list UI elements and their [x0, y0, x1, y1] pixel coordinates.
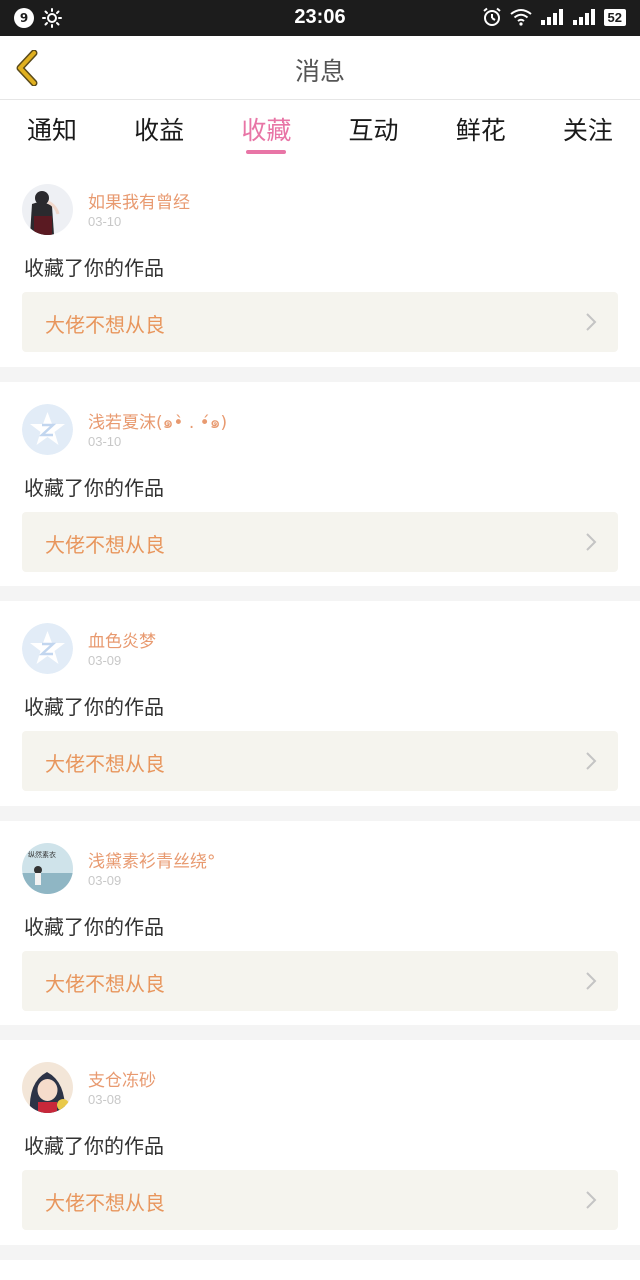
action-text: 收藏了你的作品	[24, 695, 164, 719]
signal-icon-1	[540, 9, 563, 25]
work-link[interactable]: 大佬不想从良	[22, 1170, 618, 1230]
message-date: 03-09	[88, 872, 122, 888]
photo-avatar-sky-icon: 纵然素衣	[22, 842, 73, 894]
message-card: 支仓冻砂 03-08 收藏了你的作品 大佬不想从良	[0, 1040, 640, 1260]
message-list: 如果我有曾经 03-10 收藏了你的作品 大佬不想从良 浅若夏沫(๑•̀ . •…	[0, 162, 640, 1260]
tab-follows[interactable]: 关注	[560, 100, 616, 160]
photo-avatar-anime-icon	[22, 1062, 73, 1113]
tab-notifications[interactable]: 通知	[24, 100, 80, 160]
tab-favorites[interactable]: 收藏	[238, 100, 294, 160]
page-title: 消息	[294, 57, 345, 86]
action-text: 收藏了你的作品	[24, 256, 164, 280]
battery-icon: 52	[603, 8, 626, 26]
avatar[interactable]	[22, 623, 73, 674]
action-text: 收藏了你的作品	[24, 475, 164, 500]
username[interactable]: 浅若夏沫(๑•̀ . •́๑)	[88, 408, 227, 436]
svg-text:纵然素衣: 纵然素衣	[28, 850, 56, 859]
tab-interactions[interactable]: 互动	[346, 100, 402, 160]
work-title: 大佬不想从良	[45, 532, 165, 557]
work-title: 大佬不想从良	[45, 752, 165, 776]
default-z-avatar-icon	[22, 403, 73, 455]
username[interactable]: 浅黛素衫青丝绕°	[88, 847, 216, 872]
work-link[interactable]: 大佬不想从良	[22, 292, 618, 352]
default-z-avatar-icon	[22, 623, 73, 674]
message-card: 血色炎梦 03-09 收藏了你的作品 大佬不想从良	[0, 601, 640, 821]
photo-avatar-girl-icon	[22, 184, 73, 235]
username[interactable]: 如果我有曾经	[88, 188, 190, 213]
status-bar: 9 23:06 52	[0, 0, 640, 36]
work-link[interactable]: 大佬不想从良	[22, 731, 618, 791]
username[interactable]: 支仓冻砂	[88, 1066, 156, 1091]
alarm-icon	[482, 7, 501, 26]
tab-bar: 通知 收益 收藏 互动 鲜花 关注	[0, 100, 640, 160]
chevron-right-icon	[586, 313, 597, 331]
work-title: 大佬不想从良	[45, 971, 165, 996]
message-date: 03-09	[88, 653, 122, 668]
chevron-right-icon	[586, 752, 597, 770]
action-text: 收藏了你的作品	[24, 914, 164, 939]
wifi-icon	[509, 9, 532, 26]
avatar[interactable]	[22, 403, 73, 455]
work-title: 大佬不想从良	[45, 1191, 165, 1215]
message-date: 03-10	[88, 433, 122, 449]
message-card: 如果我有曾经 03-10 收藏了你的作品 大佬不想从良	[0, 162, 640, 382]
action-text: 收藏了你的作品	[24, 1134, 164, 1158]
avatar[interactable]	[22, 184, 73, 235]
tab-earnings[interactable]: 收益	[131, 100, 187, 160]
message-card: 浅若夏沫(๑•̀ . •́๑) 03-10 收藏了你的作品 大佬不想从良	[0, 381, 640, 601]
chevron-right-icon	[586, 971, 597, 990]
username[interactable]: 血色炎梦	[88, 627, 156, 652]
chevron-right-icon	[586, 532, 597, 551]
avatar[interactable]	[22, 1062, 73, 1113]
work-link[interactable]: 大佬不想从良	[22, 950, 618, 1011]
work-link[interactable]: 大佬不想从良	[22, 511, 618, 572]
signal-icon-2	[572, 9, 595, 25]
tab-flowers[interactable]: 鲜花	[453, 100, 509, 160]
message-card: 纵然素衣 浅黛素衫青丝绕° 03-09 收藏了你的作品 大佬不想从良	[0, 820, 640, 1040]
work-title: 大佬不想从良	[45, 313, 165, 337]
avatar[interactable]: 纵然素衣	[22, 842, 73, 894]
message-date: 03-10	[88, 214, 122, 229]
chevron-right-icon	[586, 1191, 597, 1209]
message-date: 03-08	[88, 1092, 122, 1107]
app-header: 消息	[0, 36, 640, 100]
status-right: 52	[482, 7, 626, 27]
